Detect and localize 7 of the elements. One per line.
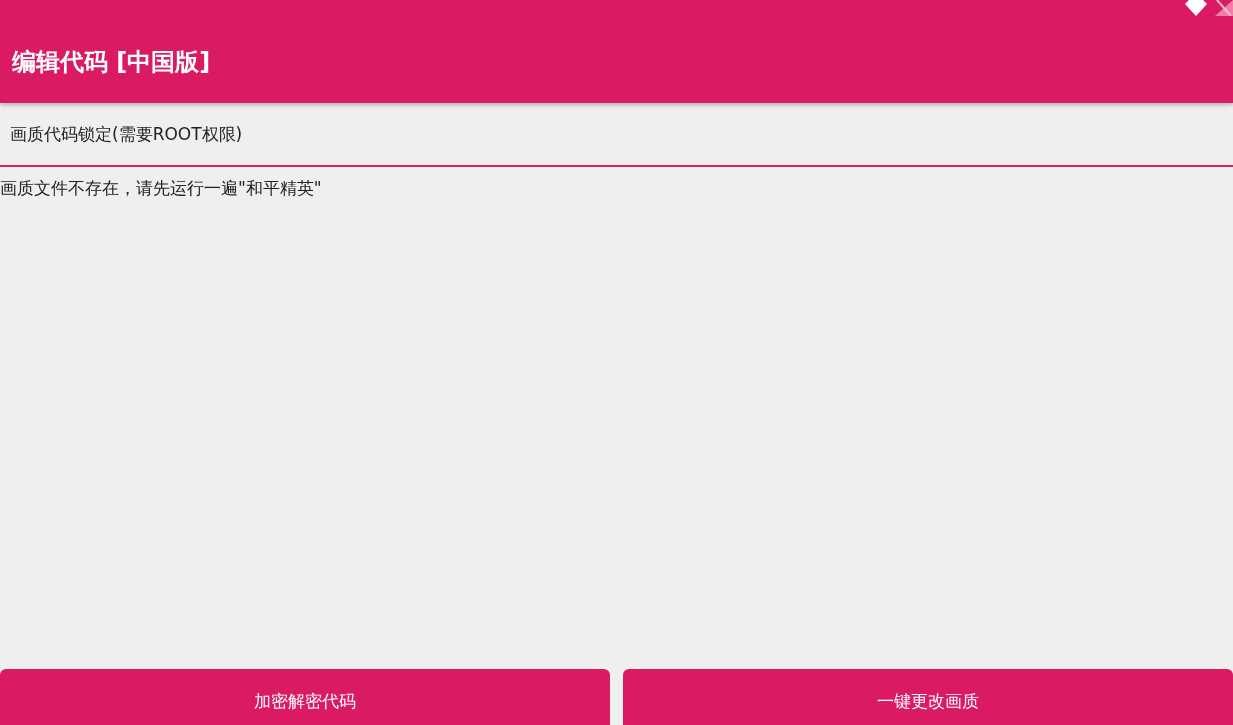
root-lock-option[interactable]: 画质代码锁定(需要ROOT权限) <box>10 123 243 146</box>
code-field[interactable]: 画质文件不存在，请先运行一遍"和平精英" <box>0 177 1233 199</box>
action-button[interactable]: 加密解密代码 <box>0 669 610 725</box>
app-title: 编辑代码 [中国版] <box>12 47 211 78</box>
action-button[interactable]: 一键更改画质 <box>623 669 1233 725</box>
signal-icon <box>1215 0 1233 16</box>
wifi-icon <box>1185 0 1207 16</box>
